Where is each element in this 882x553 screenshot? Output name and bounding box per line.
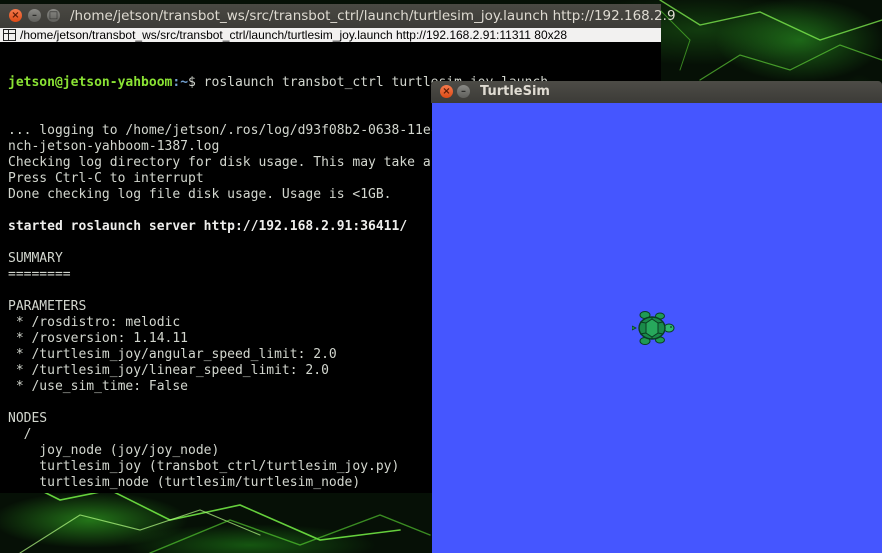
maximize-icon[interactable]: □ bbox=[47, 9, 60, 22]
turtle-icon bbox=[632, 311, 675, 345]
turtlesim-title: TurtleSim bbox=[480, 84, 550, 99]
window-grid-icon bbox=[3, 29, 16, 41]
close-icon[interactable]: × bbox=[440, 85, 453, 98]
terminal-subtitle-bar: /home/jetson/transbot_ws/src/transbot_ct… bbox=[0, 28, 661, 42]
close-icon[interactable]: × bbox=[9, 9, 22, 22]
turtlesim-canvas[interactable] bbox=[432, 103, 882, 553]
turtlesim-window[interactable]: × – TurtleSim bbox=[431, 81, 882, 553]
minimize-icon[interactable]: – bbox=[457, 85, 470, 98]
terminal-titlebar[interactable]: × – □ /home/jetson/transbot_ws/src/trans… bbox=[0, 4, 676, 28]
prompt-user: jetson@jetson-yahboom bbox=[8, 75, 173, 90]
minimize-icon[interactable]: – bbox=[28, 9, 41, 22]
turtlesim-titlebar[interactable]: × – TurtleSim bbox=[431, 81, 882, 103]
terminal-title: /home/jetson/transbot_ws/src/transbot_ct… bbox=[70, 8, 676, 24]
prompt-path: :~ bbox=[172, 75, 189, 90]
terminal-subtitle: /home/jetson/transbot_ws/src/transbot_ct… bbox=[20, 28, 567, 42]
